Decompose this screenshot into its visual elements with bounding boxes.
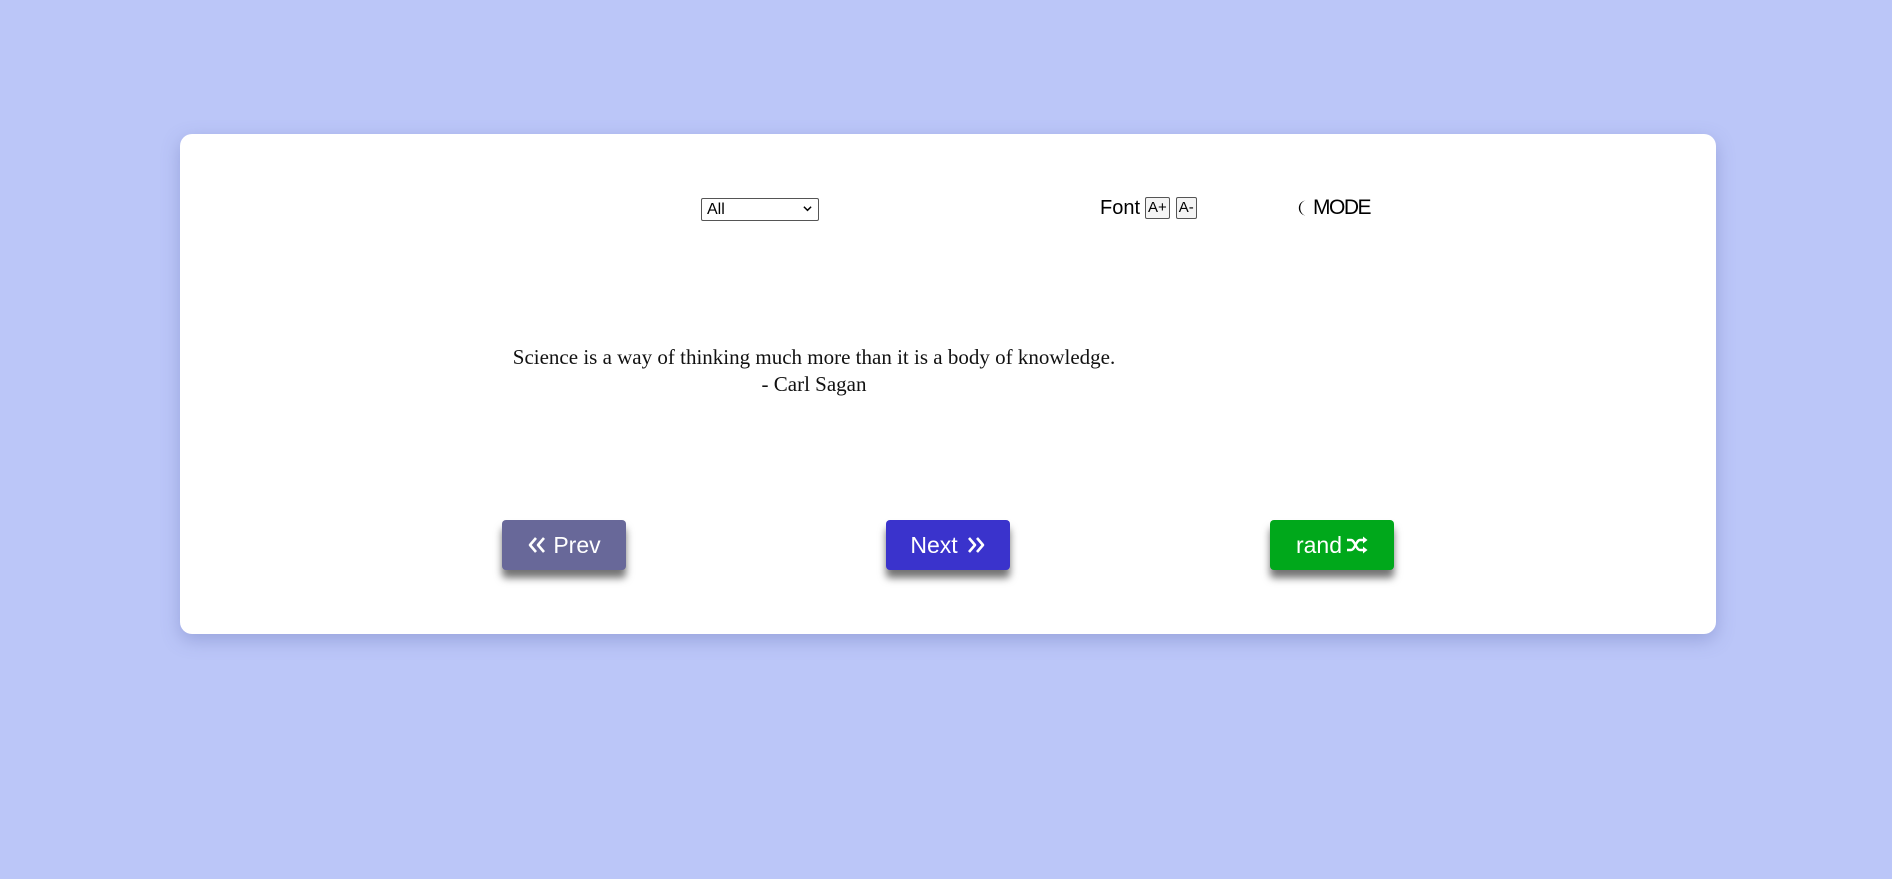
category-select-value: All <box>707 201 725 218</box>
font-size-controls: Font A+ A- <box>1100 195 1203 221</box>
dark-mode-toggle[interactable]: MODE <box>1296 196 1372 220</box>
prev-button-label: Prev <box>553 531 601 558</box>
double-chevron-left-icon <box>529 537 546 553</box>
random-button[interactable]: rand <box>1270 520 1394 570</box>
next-button[interactable]: Next <box>886 520 1010 570</box>
mode-label: MODE <box>1313 196 1372 219</box>
moon-icon <box>1298 200 1307 216</box>
chevron-down-icon <box>803 206 812 212</box>
font-label: Font <box>1100 196 1141 219</box>
quote-author: - Carl Sagan <box>761 372 867 396</box>
double-chevron-right-icon <box>967 537 984 553</box>
quote-text: Science is a way of thinking much more t… <box>512 345 1116 369</box>
font-decrease-button[interactable]: A- <box>1175 197 1197 219</box>
next-button-label: Next <box>910 531 958 558</box>
shuffle-icon <box>1347 536 1368 554</box>
prev-button[interactable]: Prev <box>502 520 626 570</box>
font-increase-button[interactable]: A+ <box>1145 197 1170 219</box>
category-select[interactable]: All <box>701 198 819 221</box>
quote-card: All Font A+ A- MODE Science is a way of … <box>180 134 1716 634</box>
random-button-label: rand <box>1295 531 1343 558</box>
